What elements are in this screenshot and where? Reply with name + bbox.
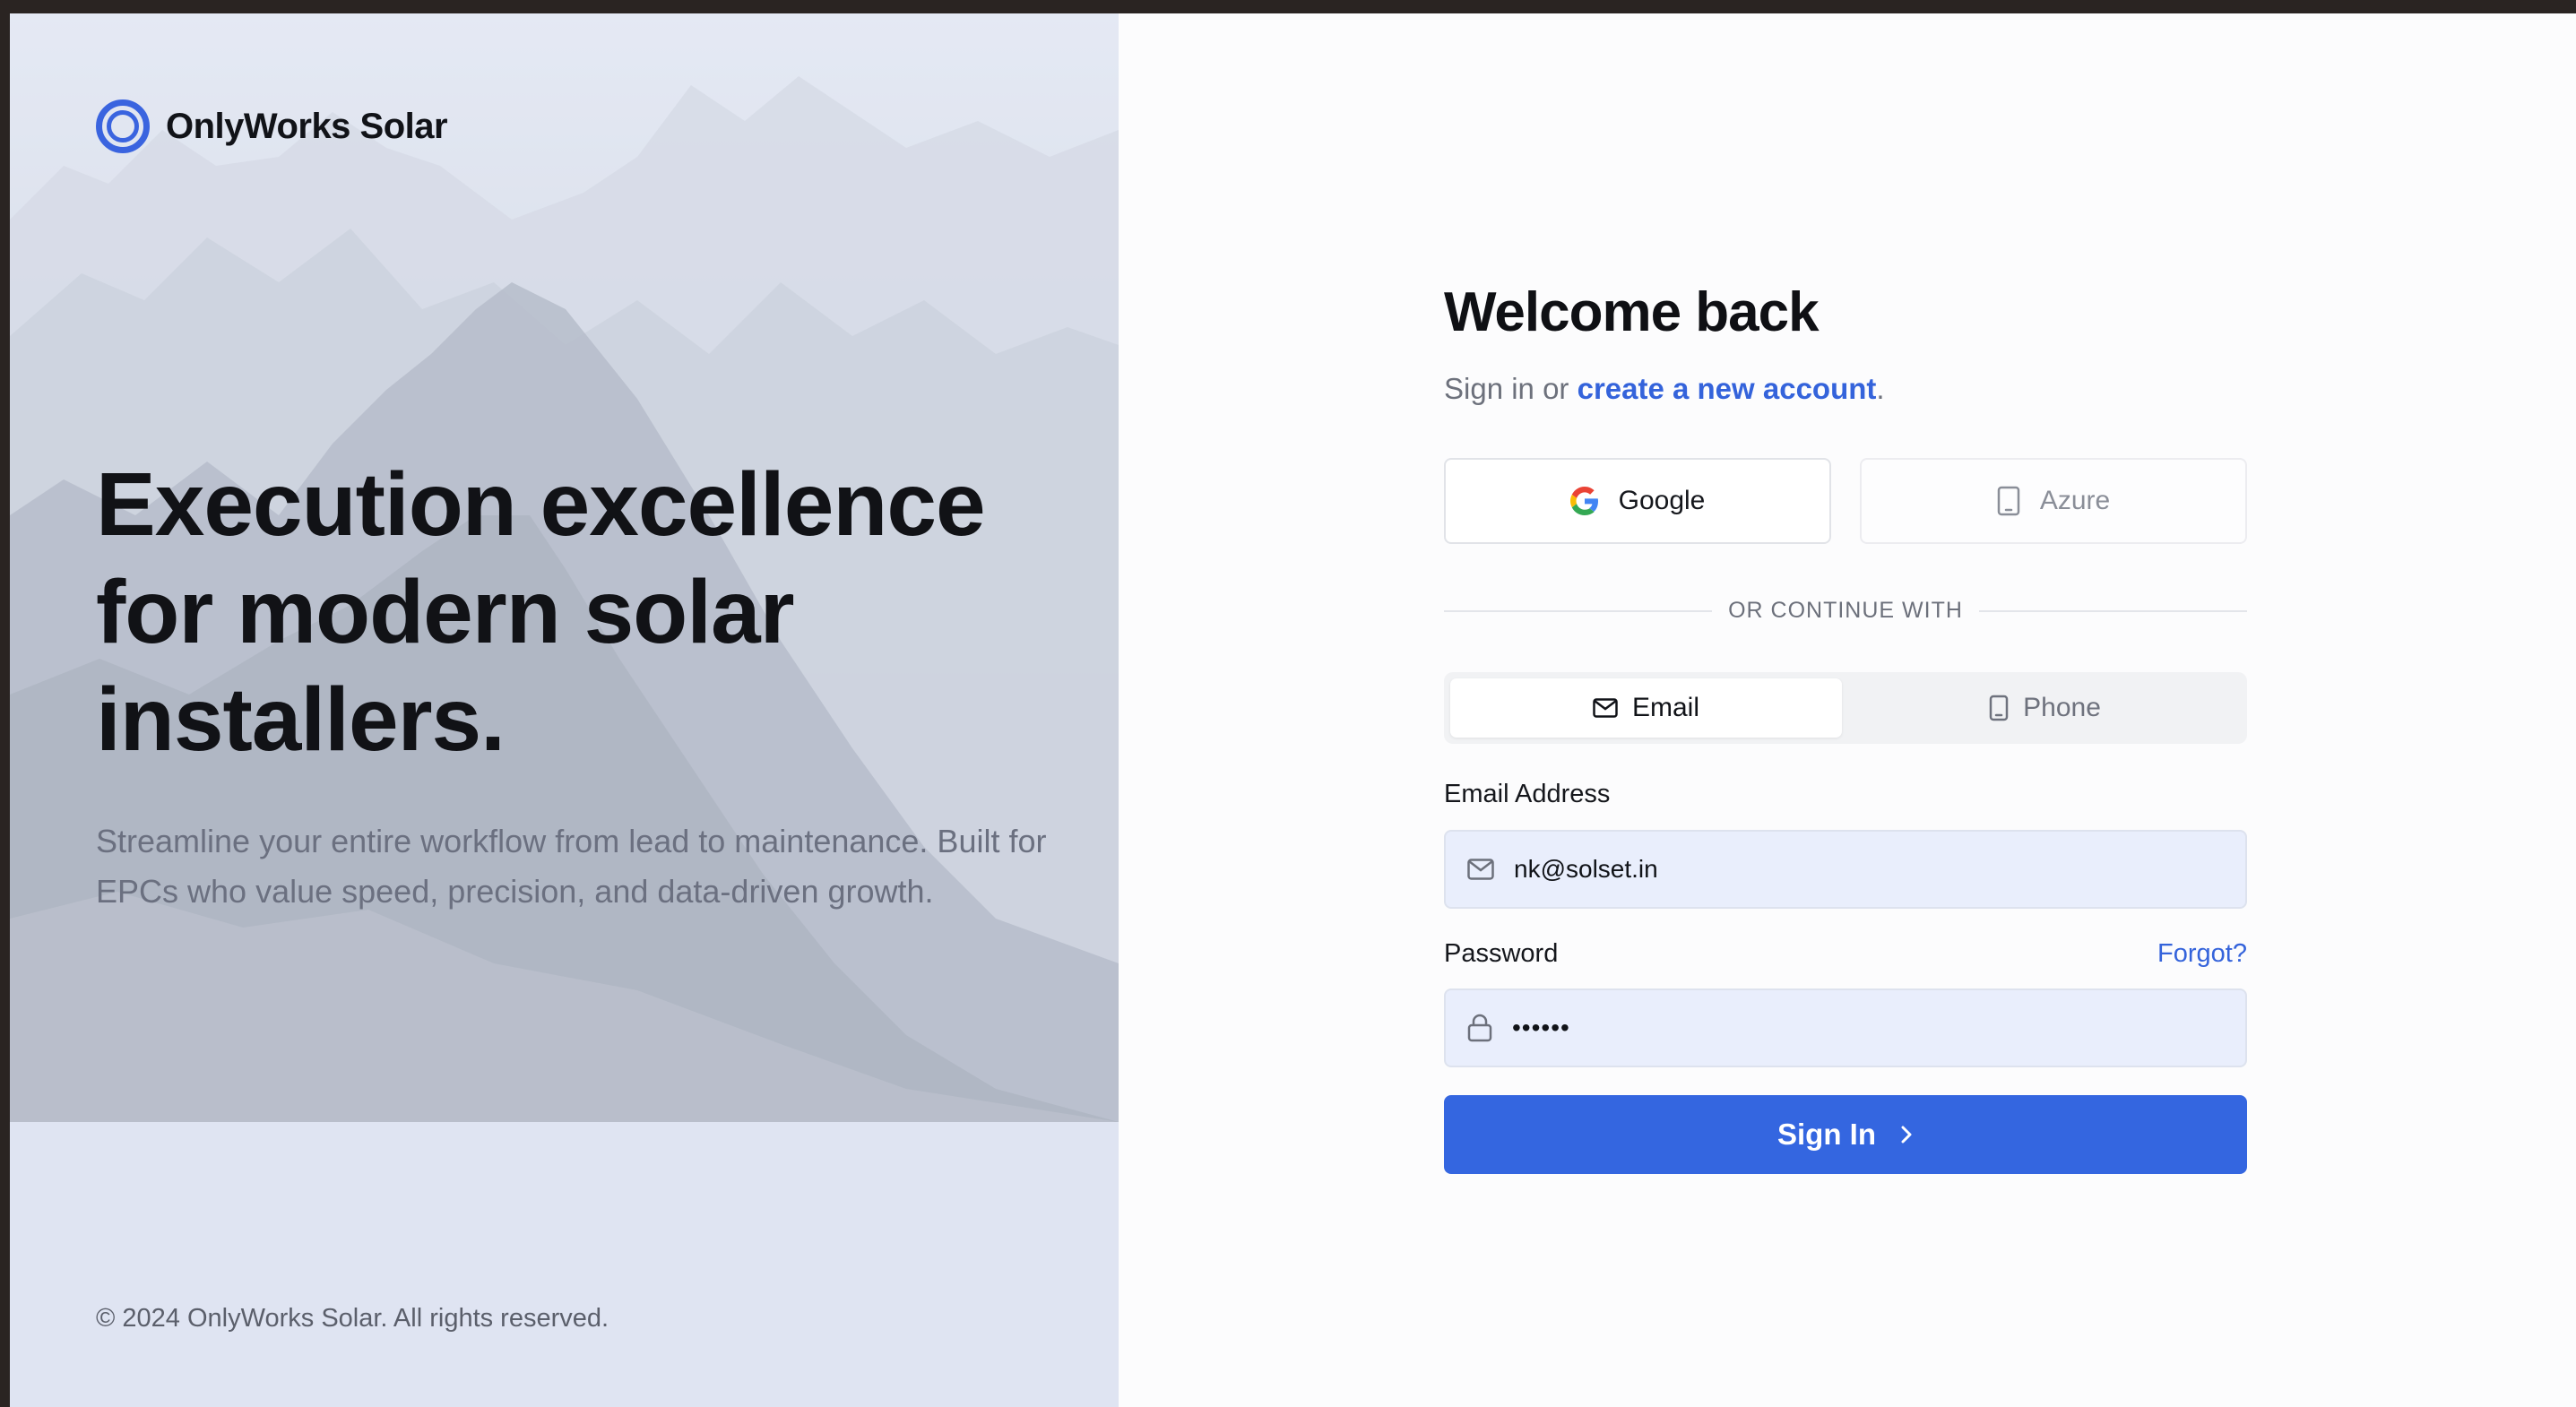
password-field-label: Password bbox=[1444, 939, 1559, 968]
divider-line-left bbox=[1444, 609, 1713, 612]
tab-phone[interactable]: Phone bbox=[1849, 678, 2241, 738]
tab-email-label: Email bbox=[1631, 693, 1699, 722]
login-method-tabs: Email Phone bbox=[1444, 672, 2247, 744]
lock-icon bbox=[1467, 1014, 1492, 1042]
email-field[interactable] bbox=[1444, 830, 2247, 909]
app-window: OnlyWorks Solar Execution excellence for… bbox=[10, 13, 2576, 1407]
password-input[interactable] bbox=[1512, 1014, 2211, 1042]
chevron-right-icon bbox=[1901, 1126, 1912, 1144]
hero-headline: Execution excellence for modern solar in… bbox=[96, 454, 986, 770]
hero-subline: Streamline your entire workflow from lea… bbox=[96, 823, 1047, 910]
or-continue-divider: OR CONTINUE WITH bbox=[1444, 598, 2248, 624]
phone-icon bbox=[1989, 695, 2009, 721]
hero-panel: OnlyWorks Solar Execution excellence for… bbox=[10, 13, 1119, 1407]
sign-in-button[interactable]: Sign In bbox=[1444, 1095, 2247, 1174]
sso-button-row: Google Azure bbox=[1444, 458, 2247, 544]
create-account-link[interactable]: create a new account bbox=[1578, 372, 1877, 405]
sign-in-button-label: Sign In bbox=[1777, 1118, 1876, 1151]
signin-panel: Welcome back Sign in or create a new acc… bbox=[1119, 13, 2576, 1407]
signin-prefix-text: Sign in or bbox=[1444, 372, 1578, 405]
tab-email[interactable]: Email bbox=[1450, 678, 1842, 738]
google-icon bbox=[1569, 487, 1598, 515]
signin-subtitle: Sign in or create a new account. bbox=[1444, 372, 1885, 406]
azure-signin-button[interactable]: Azure bbox=[1860, 458, 2247, 544]
tab-phone-label: Phone bbox=[2023, 693, 2101, 722]
email-field-label: Email Address bbox=[1444, 780, 1611, 808]
phone-device-icon bbox=[1997, 486, 2020, 516]
google-signin-button[interactable]: Google bbox=[1444, 458, 1831, 544]
target-logo-icon bbox=[96, 99, 150, 153]
azure-button-label: Azure bbox=[2039, 486, 2111, 515]
brand-name: OnlyWorks Solar bbox=[166, 106, 448, 146]
forgot-password-link[interactable]: Forgot? bbox=[2157, 939, 2247, 969]
copyright-text: © 2024 OnlyWorks Solar. All rights reser… bbox=[96, 1304, 609, 1333]
divider-text: OR CONTINUE WITH bbox=[1728, 598, 1963, 623]
brand-logo-group: OnlyWorks Solar bbox=[96, 99, 448, 153]
google-button-label: Google bbox=[1618, 486, 1706, 515]
page-title: Welcome back bbox=[1444, 281, 1820, 343]
signin-suffix-text: . bbox=[1876, 372, 1885, 405]
mail-icon bbox=[1467, 859, 1494, 880]
password-field[interactable] bbox=[1444, 988, 2247, 1067]
mail-icon bbox=[1593, 698, 1618, 718]
email-input[interactable] bbox=[1514, 855, 2213, 884]
divider-line-right bbox=[1978, 609, 2248, 612]
